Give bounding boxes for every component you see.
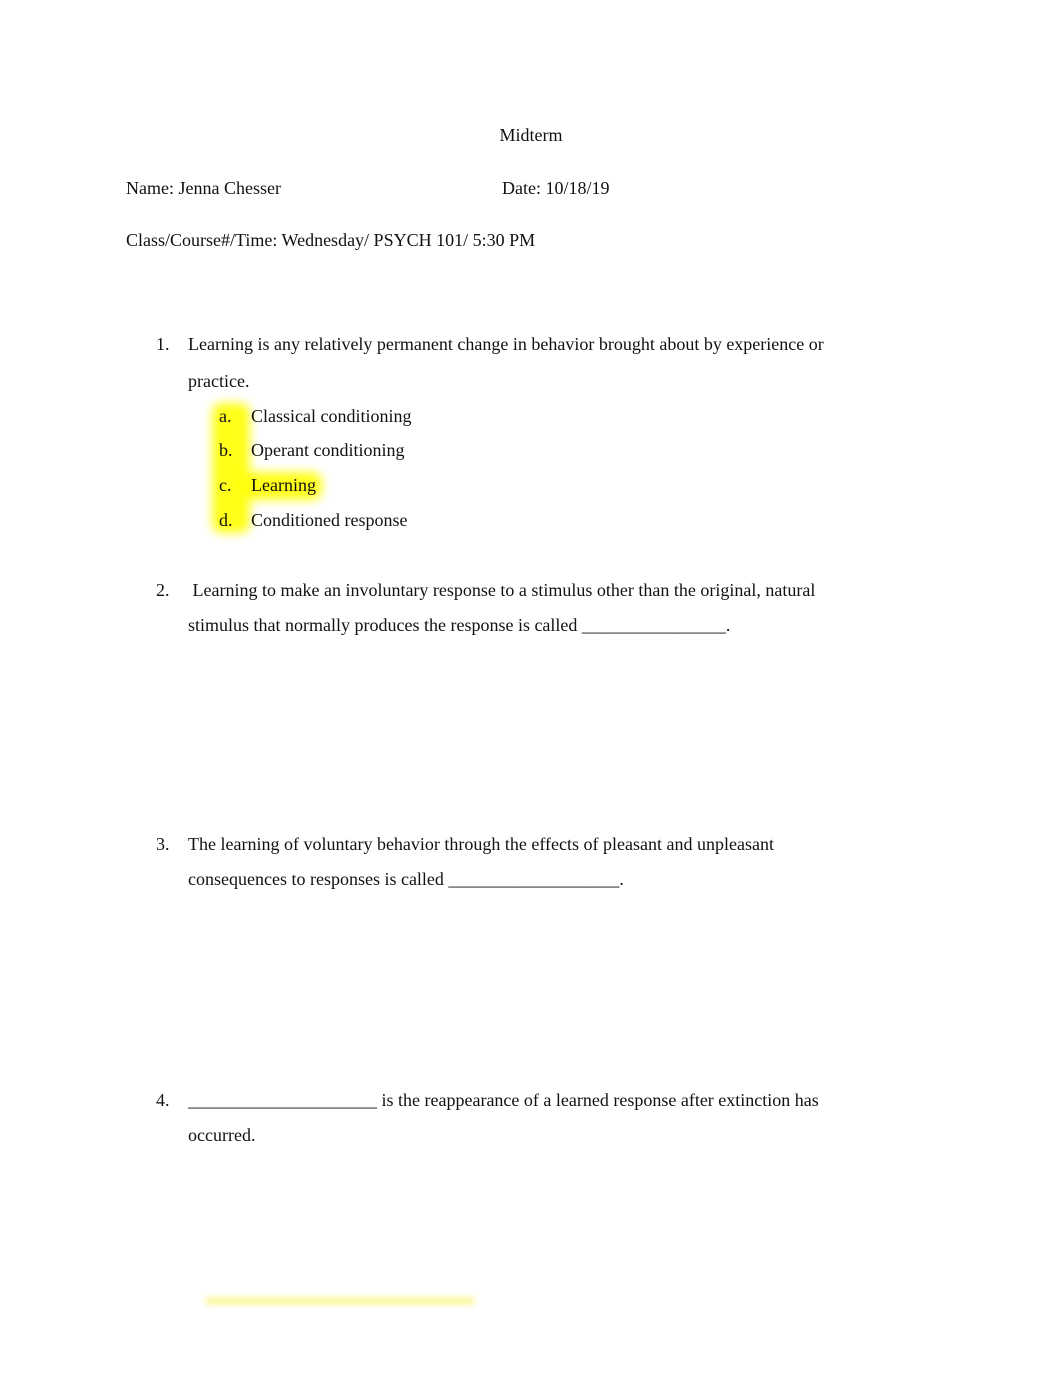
question-number: 1.: [156, 334, 170, 354]
question-text-line: stimulus that normally produces the resp…: [188, 615, 731, 635]
highlight-strip: [205, 1297, 475, 1305]
question-text-line: occurred.: [188, 1125, 256, 1145]
question-number: 4.: [156, 1090, 170, 1110]
option-letter: a.: [219, 406, 232, 426]
option-text: Classical conditioning: [251, 406, 412, 426]
name-line: Name: Jenna Chesser: [126, 178, 281, 198]
option-letter: d.: [219, 510, 233, 530]
option-letter: b.: [219, 440, 233, 460]
option-text: Operant conditioning: [251, 440, 405, 460]
option-text-selected: Learning: [251, 475, 316, 495]
question-text-line: Learning to make an involuntary response…: [188, 580, 816, 600]
question-text-line: practice.: [188, 371, 250, 391]
class-line: Class/Course#/Time: Wednesday/ PSYCH 101…: [126, 230, 536, 250]
date-line: Date: 10/18/19: [502, 178, 610, 198]
option-letter: c.: [219, 475, 232, 495]
question-text-line: consequences to responses is called ____…: [188, 869, 624, 889]
question-number: 2.: [156, 580, 170, 600]
question-text-line: _____________________ is the reappearanc…: [188, 1090, 819, 1110]
option-text: Conditioned response: [251, 510, 408, 530]
question-text-line: Learning is any relatively permanent cha…: [188, 334, 824, 354]
question-text-line: The learning of voluntary behavior throu…: [188, 834, 774, 854]
page-title: Midterm: [499, 125, 563, 145]
question-number: 3.: [156, 834, 170, 854]
